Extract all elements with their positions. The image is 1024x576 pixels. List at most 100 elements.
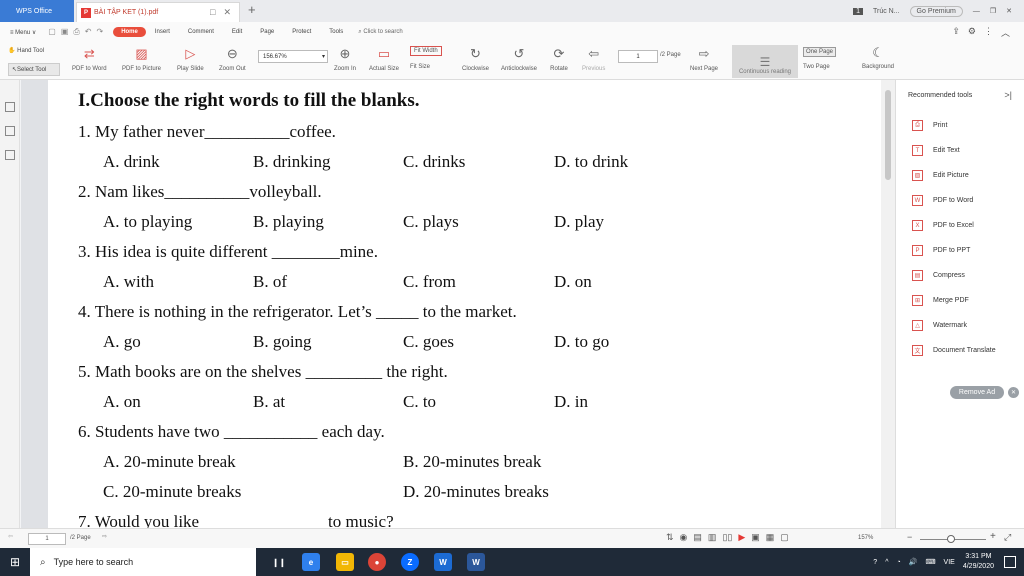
- help-icon[interactable]: ?: [873, 559, 877, 566]
- menu-page[interactable]: Page: [251, 29, 283, 35]
- zoom-plus-icon[interactable]: +: [990, 531, 996, 542]
- close-tab-icon[interactable]: ✕: [223, 7, 231, 18]
- select-tool-button[interactable]: ↖ Select Tool: [8, 63, 60, 76]
- clockwise-button[interactable]: ↻ Clockwise: [462, 45, 489, 72]
- page-number-input[interactable]: 1: [618, 50, 658, 63]
- eye-icon[interactable]: ◉: [680, 532, 688, 543]
- more-icon[interactable]: ⋮: [984, 26, 993, 39]
- tool-document-translate[interactable]: 文 Document Translate: [912, 345, 996, 356]
- zoom-input[interactable]: 156.67% ▾: [258, 50, 328, 63]
- save-icon[interactable]: ▣: [61, 27, 69, 37]
- task-view-icon[interactable]: ❙❙: [270, 553, 288, 571]
- zalo-icon[interactable]: Z: [401, 553, 419, 571]
- two-page-button[interactable]: Two Page: [803, 64, 830, 70]
- zoom-slider[interactable]: [920, 535, 986, 543]
- zoom-slider-knob[interactable]: [947, 535, 955, 543]
- wps-icon[interactable]: W: [434, 553, 452, 571]
- menu-comment[interactable]: Comment: [179, 29, 223, 35]
- zoom-minus-icon[interactable]: −: [907, 532, 912, 542]
- restore-icon[interactable]: ❐: [990, 7, 996, 15]
- fit-size-button[interactable]: Fit Size: [410, 64, 430, 70]
- menu-protect[interactable]: Protect: [283, 29, 320, 35]
- continuous-reading-button[interactable]: ☰ Continuous reading: [732, 45, 798, 78]
- thumbnail-view-icon[interactable]: ▦: [766, 532, 775, 543]
- window-icon[interactable]: □: [210, 7, 215, 18]
- zoom-in-button[interactable]: ⊕ Zoom In: [334, 45, 356, 72]
- menu-home[interactable]: Home: [113, 27, 146, 37]
- vertical-scrollbar[interactable]: [881, 80, 895, 528]
- double-page-view-icon[interactable]: ▥: [708, 532, 717, 543]
- remove-ad-button[interactable]: Remove Ad: [950, 386, 1004, 399]
- word-icon[interactable]: W: [467, 553, 485, 571]
- scrollbar-thumb[interactable]: [885, 90, 891, 180]
- zoom-out-button[interactable]: ⊖ Zoom Out: [219, 45, 246, 72]
- play-slide-button[interactable]: ▷ Play Slide: [177, 45, 204, 72]
- taskbar-search[interactable]: ⌕ Type here to search: [30, 548, 256, 576]
- tool-print[interactable]: ⎙ Print: [912, 120, 947, 131]
- minimize-icon[interactable]: —: [973, 8, 980, 15]
- fullscreen-icon[interactable]: ▢: [780, 532, 789, 543]
- language-indicator[interactable]: VIE: [944, 559, 955, 566]
- thumbnails-icon[interactable]: [5, 102, 15, 112]
- bookmarks-icon[interactable]: [5, 126, 15, 136]
- prev-page-icon[interactable]: ⇦: [8, 533, 13, 540]
- notifications-icon[interactable]: [1004, 556, 1016, 568]
- menu-tools[interactable]: Tools: [320, 29, 352, 35]
- attachments-icon[interactable]: [5, 150, 15, 160]
- tool-pdf-to-word[interactable]: W PDF to Word: [912, 195, 973, 206]
- anticlockwise-button[interactable]: ↺ Anticlockwise: [501, 45, 537, 72]
- chevron-up-icon[interactable]: ^: [885, 559, 888, 566]
- windows-start-icon[interactable]: ⊞: [0, 548, 30, 576]
- network-icon[interactable]: ◔: [896, 559, 900, 566]
- tool-merge-pdf[interactable]: ⊞ Merge PDF: [912, 295, 969, 306]
- pdf-to-picture-button[interactable]: ▨ PDF to Picture: [122, 45, 161, 72]
- background-button[interactable]: ☾ Background: [862, 45, 894, 70]
- volume-icon[interactable]: 🔊: [909, 558, 918, 566]
- edge-icon[interactable]: e: [302, 553, 320, 571]
- collapse-icon[interactable]: ︿: [1001, 26, 1010, 39]
- book-view-icon[interactable]: ▯▯: [722, 532, 732, 543]
- sync-icon[interactable]: ⇅: [666, 532, 674, 543]
- search-box[interactable]: ⌕ Click to search: [352, 29, 402, 36]
- close-ad-icon[interactable]: ✕: [1008, 387, 1019, 398]
- tool-edit-picture[interactable]: ▨ Edit Picture: [912, 170, 969, 181]
- print-icon[interactable]: ⎙: [73, 27, 79, 37]
- tool-pdf-to-ppt[interactable]: P PDF to PPT: [912, 245, 970, 256]
- close-window-icon[interactable]: ✕: [1006, 7, 1012, 15]
- open-icon[interactable]: ▢: [48, 27, 56, 37]
- menu-button[interactable]: ≡ Menu ∨: [0, 29, 44, 36]
- file-explorer-icon[interactable]: ▭: [336, 553, 354, 571]
- next-page-icon[interactable]: ⇨: [102, 533, 107, 540]
- rotate-button[interactable]: ⟳ Rotate: [550, 45, 568, 72]
- new-tab-button[interactable]: +: [248, 2, 256, 17]
- wps-office-tab[interactable]: WPS Office: [0, 0, 74, 22]
- document-tab[interactable]: P BÀI TẬP KET (1).pdf □ ✕: [76, 2, 240, 22]
- fit-width-button[interactable]: Fit Width: [410, 46, 442, 56]
- next-page-button[interactable]: ⇨ Next Page: [690, 45, 718, 72]
- redo-icon[interactable]: ↷: [96, 27, 103, 37]
- actual-size-button[interactable]: ▭ Actual Size: [369, 45, 399, 72]
- collapse-panel-icon[interactable]: >|: [1004, 90, 1012, 100]
- keyboard-icon[interactable]: ⌨: [925, 558, 935, 566]
- tool-edit-text[interactable]: T Edit Text: [912, 145, 960, 156]
- clock[interactable]: 3:31 PM 4/29/2020: [963, 552, 994, 572]
- fullscreen-expand-icon[interactable]: ⤢: [1004, 532, 1011, 543]
- fit-view-icon[interactable]: ▣: [751, 532, 760, 543]
- menu-edit[interactable]: Edit: [223, 29, 251, 35]
- chrome-icon[interactable]: ●: [368, 553, 386, 571]
- tool-pdf-to-excel[interactable]: X PDF to Excel: [912, 220, 974, 231]
- settings-icon[interactable]: ⚙: [968, 26, 976, 39]
- single-page-view-icon[interactable]: ▤: [693, 532, 702, 543]
- undo-icon[interactable]: ↶: [85, 27, 92, 37]
- share-icon[interactable]: ⇪: [952, 26, 960, 39]
- one-page-button[interactable]: One Page: [803, 47, 837, 57]
- menu-insert[interactable]: Insert: [146, 29, 179, 35]
- previous-button[interactable]: ⇦ Previous: [582, 45, 605, 72]
- status-page-input[interactable]: 1: [28, 533, 66, 545]
- tool-compress[interactable]: ▤ Compress: [912, 270, 965, 281]
- tool-watermark[interactable]: △ Watermark: [912, 320, 967, 331]
- hand-tool-button[interactable]: ✋ Hand Tool: [8, 47, 44, 54]
- user-name[interactable]: Trúc N...: [873, 8, 900, 15]
- go-premium-button[interactable]: Go Premium: [909, 5, 963, 17]
- pdf-to-word-button[interactable]: ⇄ PDF to Word: [72, 45, 107, 72]
